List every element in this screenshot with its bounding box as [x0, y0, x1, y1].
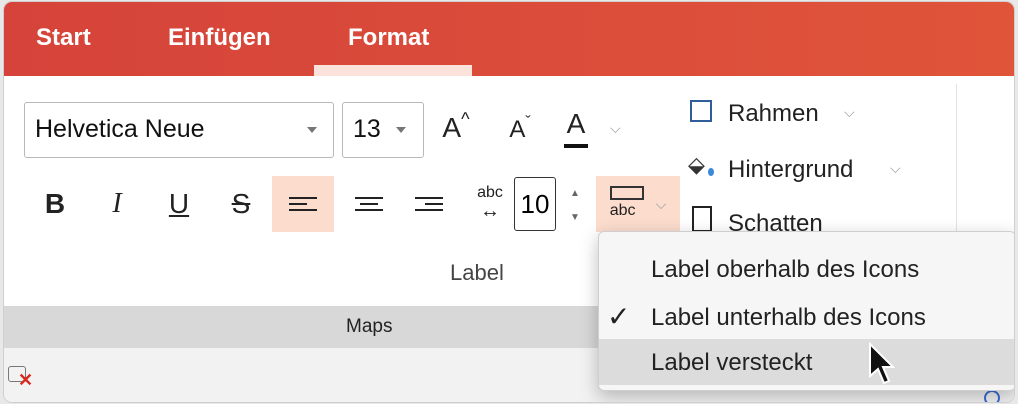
underline-button[interactable]: U: [152, 176, 206, 232]
border-icon: [690, 100, 712, 122]
group-label: Label: [450, 260, 504, 285]
align-left-icon: [289, 193, 317, 215]
info-icon[interactable]: [984, 390, 1000, 402]
paint-drop-icon: [708, 168, 714, 176]
close-icon: ✕: [18, 370, 34, 390]
maps-label: Maps: [346, 316, 393, 337]
app-window: Start Einfügen Format Helvetica Neue 13 …: [4, 2, 1014, 402]
align-center-icon: [355, 193, 383, 215]
shrink-font-icon: A: [509, 116, 526, 143]
label-position-button[interactable]: abc ⌵: [596, 176, 680, 232]
label-position-menu: Label oberhalb des Icons ✓ Label unterha…: [598, 231, 1014, 391]
font-family-select[interactable]: Helvetica Neue: [24, 102, 334, 158]
shadow-icon: [692, 206, 712, 232]
menu-item-label-below[interactable]: ✓ Label unterhalb des Icons: [599, 294, 1014, 340]
menu-item-label-above[interactable]: Label oberhalb des Icons: [599, 246, 1014, 292]
grow-font-icon: A: [442, 112, 462, 143]
italic-button[interactable]: I: [90, 176, 144, 232]
mouse-pointer-icon: [869, 342, 896, 385]
align-left-button[interactable]: [272, 176, 334, 232]
active-tab-indicator: [314, 65, 472, 76]
font-color-swatch: [564, 144, 588, 148]
font-size-value: 13: [353, 115, 381, 143]
paint-bucket-icon: ⬙: [688, 152, 705, 177]
font-family-value: Helvetica Neue: [35, 115, 205, 143]
tab-start[interactable]: Start: [36, 24, 91, 52]
checkmark-icon: ✓: [607, 301, 631, 332]
stepper-up-icon[interactable]: ▲: [570, 188, 580, 199]
font-color-button[interactable]: A: [558, 108, 594, 148]
strikethrough-button[interactable]: S: [214, 176, 268, 232]
tab-format[interactable]: Format: [348, 24, 429, 52]
ribbon-tab-bar: Start Einfügen Format: [4, 2, 1014, 76]
character-spacing-icon[interactable]: abc ↔: [472, 184, 508, 221]
grow-font-button[interactable]: A^: [436, 109, 476, 144]
chevron-down-icon[interactable]: ⌵: [890, 160, 901, 177]
menu-item-label-hidden[interactable]: Label versteckt: [599, 339, 1014, 385]
font-size-select[interactable]: 13: [342, 102, 424, 158]
tab-einfuegen[interactable]: Einfügen: [168, 24, 271, 52]
font-color-icon: A: [566, 108, 586, 139]
shrink-font-button[interactable]: Aˇ: [500, 114, 540, 144]
stepper-down-icon[interactable]: ▼: [570, 212, 580, 223]
align-right-icon: [415, 193, 443, 215]
label-position-icon: abc: [609, 184, 646, 224]
chevron-down-icon[interactable]: ⌵: [844, 104, 855, 121]
align-right-button[interactable]: [398, 176, 460, 232]
chevron-down-icon: [307, 127, 317, 133]
align-center-button[interactable]: [338, 176, 400, 232]
chevron-down-icon: ⌵: [655, 195, 667, 212]
spacing-stepper-input[interactable]: 10: [514, 177, 556, 231]
border-button[interactable]: Rahmen: [728, 100, 819, 128]
background-button[interactable]: Hintergrund: [728, 156, 853, 184]
chevron-down-icon: [396, 127, 406, 133]
bold-button[interactable]: B: [28, 176, 82, 232]
chevron-down-icon[interactable]: ⌵: [610, 120, 621, 137]
